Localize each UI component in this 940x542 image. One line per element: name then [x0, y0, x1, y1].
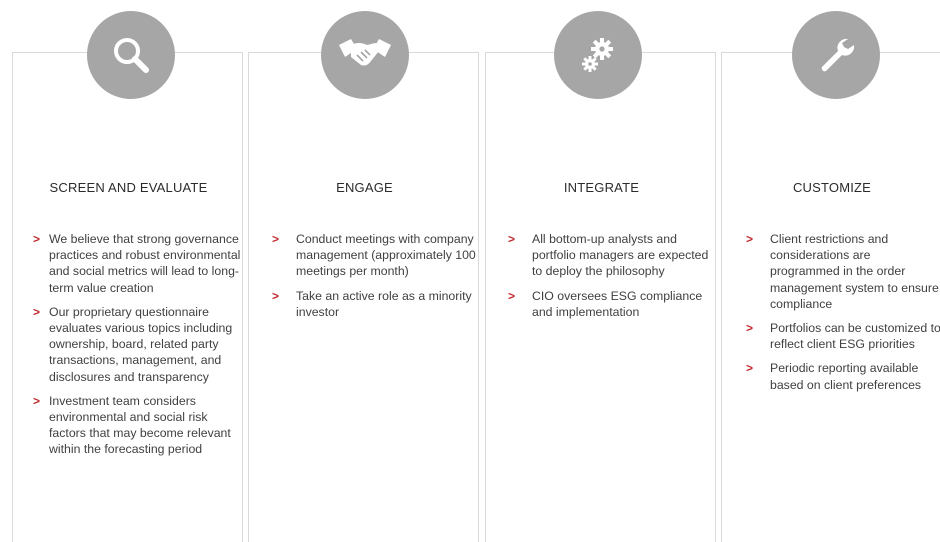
column-customize: CUSTOMIZE > Client restrictions and cons… — [721, 11, 940, 542]
magnifier-icon — [87, 11, 175, 99]
column-engage: ENGAGE > Conduct meetings with company m… — [248, 11, 479, 542]
list-item: > Periodic reporting available based on … — [746, 360, 940, 392]
column-title: CUSTOMIZE — [792, 180, 872, 195]
chevron-right-icon: > — [272, 232, 280, 246]
bullet-text: Client restrictions and considerations a… — [770, 232, 939, 311]
bullet-text: CIO oversees ESG compliance and implemen… — [532, 288, 703, 319]
list-item: > Portfolios can be customized to reflec… — [746, 320, 940, 352]
gears-icon — [554, 11, 642, 99]
chevron-right-icon: > — [508, 288, 516, 303]
chevron-right-icon: > — [508, 232, 516, 246]
column-title: INTEGRATE — [563, 180, 640, 195]
list-item: > All bottom-up analysts and portfolio m… — [508, 231, 712, 280]
chevron-right-icon: > — [272, 288, 280, 303]
bullet-text: Investment team considers environmental … — [49, 393, 231, 457]
bullet-list: > Conduct meetings with company manageme… — [272, 231, 476, 328]
bullet-text: Take an active role as a minority invest… — [296, 288, 472, 319]
bullet-list: > Client restrictions and considerations… — [746, 231, 940, 401]
bullet-list: > We believe that strong governance prac… — [33, 231, 241, 466]
column-integrate: INTEGRATE > All bottom-up analysts and p… — [485, 11, 716, 542]
column-screen-and-evaluate: SCREEN AND EVALUATE > We believe that st… — [12, 11, 243, 542]
list-item: > Conduct meetings with company manageme… — [272, 231, 476, 280]
chevron-right-icon: > — [746, 232, 754, 246]
chevron-right-icon: > — [33, 393, 41, 408]
bullet-text: Periodic reporting available based on cl… — [770, 361, 922, 392]
bullet-text: All bottom-up analysts and portfolio man… — [532, 232, 709, 279]
bullet-text: Portfolios can be customized to reflect … — [770, 321, 940, 352]
column-title: SCREEN AND EVALUATE — [49, 180, 208, 195]
bullet-text: Conduct meetings with company management… — [296, 232, 476, 279]
chevron-right-icon: > — [746, 321, 754, 336]
handshake-icon — [321, 11, 409, 99]
list-item: > Our proprietary questionnaire evaluate… — [33, 304, 241, 385]
wrench-icon — [792, 11, 880, 99]
bullet-text: We believe that strong governance practi… — [49, 232, 241, 295]
chevron-right-icon: > — [33, 304, 41, 319]
column-title: ENGAGE — [336, 180, 393, 195]
list-item: > Investment team considers environmenta… — [33, 393, 241, 458]
list-item: > CIO oversees ESG compliance and implem… — [508, 288, 712, 320]
chevron-right-icon: > — [746, 361, 754, 376]
list-item: > We believe that strong governance prac… — [33, 231, 241, 296]
bullet-list: > All bottom-up analysts and portfolio m… — [508, 231, 712, 328]
chevron-right-icon: > — [33, 232, 41, 246]
list-item: > Take an active role as a minority inve… — [272, 288, 476, 320]
list-item: > Client restrictions and considerations… — [746, 231, 940, 312]
bullet-text: Our proprietary questionnaire evaluates … — [49, 304, 233, 384]
